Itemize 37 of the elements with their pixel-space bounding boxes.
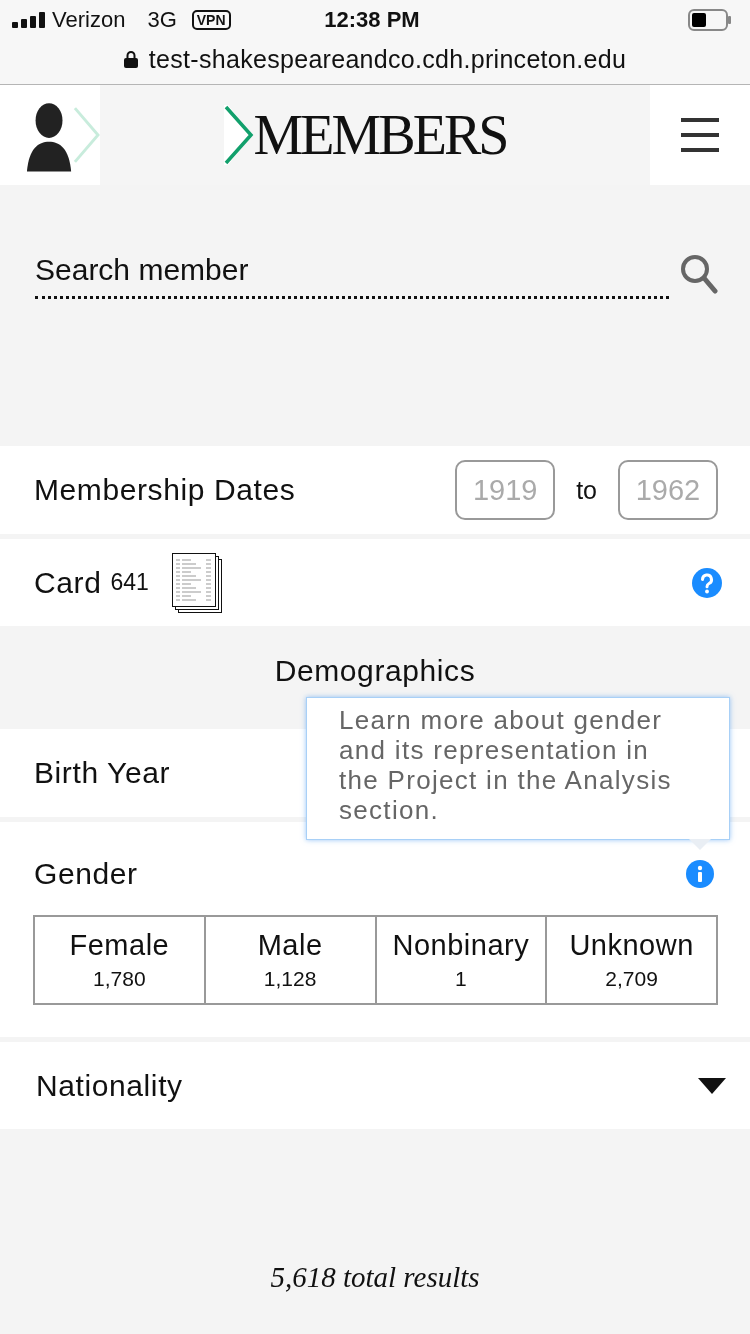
- search-icon[interactable]: [680, 254, 718, 294]
- carrier-name: Verizon: [52, 7, 126, 33]
- network-type: 3G: [147, 7, 177, 33]
- tooltip: Learn more about gender and its representation in the Project in the Analysis section.: [306, 697, 730, 840]
- signal-icon: [12, 12, 45, 28]
- card-stack-icon: [170, 551, 223, 614]
- help-icon[interactable]: [692, 567, 722, 598]
- chevron-icon: [223, 105, 254, 165]
- filter-label: Gender: [34, 857, 138, 891]
- clock-time: 12:38 PM: [324, 7, 420, 33]
- lock-icon: [123, 50, 138, 68]
- nationality-toggle[interactable]: Nationality: [0, 1042, 750, 1129]
- filter-label: Membership Dates: [34, 473, 297, 507]
- page-url[interactable]: test-shakespeareandco.cdh.princeton.edu: [148, 44, 627, 74]
- vpn-indicator: VPN: [191, 10, 231, 30]
- range-separator: to: [576, 475, 597, 505]
- page-title: MEMBERS: [253, 105, 507, 165]
- battery-icon: [688, 9, 732, 31]
- info-icon[interactable]: [686, 860, 714, 888]
- year-input[interactable]: 1919: [455, 460, 556, 520]
- gender-option[interactable]: Female 1,780: [33, 915, 206, 1005]
- gender-option[interactable]: Nonbinary 1: [374, 915, 548, 1005]
- gender-option[interactable]: Unknown 2,709: [545, 915, 718, 1005]
- results-count: 5,618 total results: [270, 1261, 480, 1293]
- gender-option[interactable]: Male 1,128: [203, 915, 377, 1005]
- filter-label: Birth Year: [34, 756, 171, 790]
- menu-icon: [681, 118, 719, 152]
- tooltip-tail-icon: [689, 839, 711, 850]
- card-count: 641: [110, 569, 149, 596]
- logo-link[interactable]: [0, 85, 100, 185]
- search-field[interactable]: Search member: [35, 244, 669, 299]
- section-heading: Demographics: [274, 654, 476, 688]
- menu-button[interactable]: [650, 85, 750, 185]
- filter-label: Card: [34, 565, 102, 600]
- caret-icon: [698, 1077, 726, 1094]
- chevron-icon: [73, 105, 100, 165]
- year-input[interactable]: 1962: [618, 460, 718, 520]
